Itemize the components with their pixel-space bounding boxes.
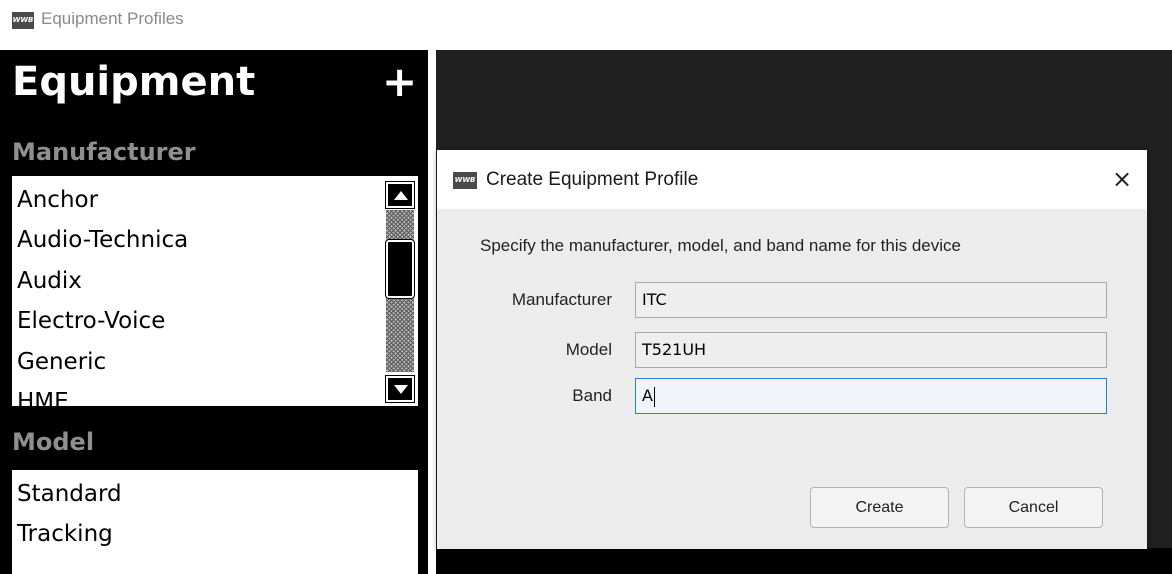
equipment-panel: Equipment + Manufacturer Anchor Audio-Te…	[0, 50, 428, 574]
close-icon[interactable]: ×	[1112, 164, 1132, 194]
manufacturer-field-value: ITC	[642, 290, 667, 309]
create-profile-dialog: WWB Create Equipment Profile × Specify t…	[437, 150, 1147, 549]
add-equipment-button[interactable]: +	[382, 58, 417, 106]
manufacturer-scrollbar[interactable]	[384, 178, 416, 404]
model-list-item[interactable]: Tracking	[17, 514, 122, 554]
dialog-titlebar: WWB Create Equipment Profile ×	[437, 150, 1147, 209]
model-field-value: T521UH	[642, 340, 707, 359]
content-bottom-strip	[436, 548, 1172, 574]
cancel-button[interactable]: Cancel	[964, 487, 1103, 528]
window-title: Equipment Profiles	[41, 9, 184, 28]
app-logo-icon: WWB	[12, 12, 34, 29]
dialog-instruction: Specify the manufacturer, model, and ban…	[480, 236, 961, 255]
arrow-down-icon	[394, 385, 408, 394]
manufacturer-list-item[interactable]: HME	[17, 382, 188, 406]
scroll-down-button[interactable]	[385, 375, 415, 403]
manufacturer-field[interactable]: ITC	[635, 282, 1107, 318]
manufacturer-list-item[interactable]: Audio-Technica	[17, 220, 188, 260]
scrollbar-thumb[interactable]	[385, 239, 415, 299]
dialog-title: Create Equipment Profile	[486, 169, 699, 190]
dialog-logo-icon: WWB	[453, 172, 477, 189]
model-field-label: Model	[565, 340, 612, 359]
manufacturer-list-item[interactable]: Electro-Voice	[17, 301, 188, 341]
model-section-label: Model	[12, 428, 95, 456]
manufacturer-list-item[interactable]: Audix	[17, 261, 188, 301]
model-field[interactable]: T521UH	[635, 332, 1107, 368]
text-caret	[653, 386, 655, 407]
create-button[interactable]: Create	[810, 487, 949, 528]
manufacturer-list-item[interactable]: Generic	[17, 342, 188, 382]
arrow-up-icon	[394, 191, 408, 200]
panel-title: Equipment	[12, 59, 256, 105]
model-list-item[interactable]: Standard	[17, 474, 122, 514]
manufacturer-list[interactable]: Anchor Audio-Technica Audix Electro-Voic…	[12, 176, 418, 406]
manufacturer-list-item[interactable]: Anchor	[17, 180, 188, 220]
band-field-value: A	[642, 386, 653, 405]
model-list[interactable]: Standard Tracking	[12, 470, 418, 574]
window-titlebar: WWB Equipment Profiles	[0, 0, 1172, 44]
scroll-up-button[interactable]	[385, 181, 415, 209]
band-field[interactable]: A	[635, 378, 1107, 414]
manufacturer-field-label: Manufacturer	[511, 290, 612, 309]
band-field-label: Band	[572, 386, 612, 405]
manufacturer-section-label: Manufacturer	[12, 138, 196, 166]
